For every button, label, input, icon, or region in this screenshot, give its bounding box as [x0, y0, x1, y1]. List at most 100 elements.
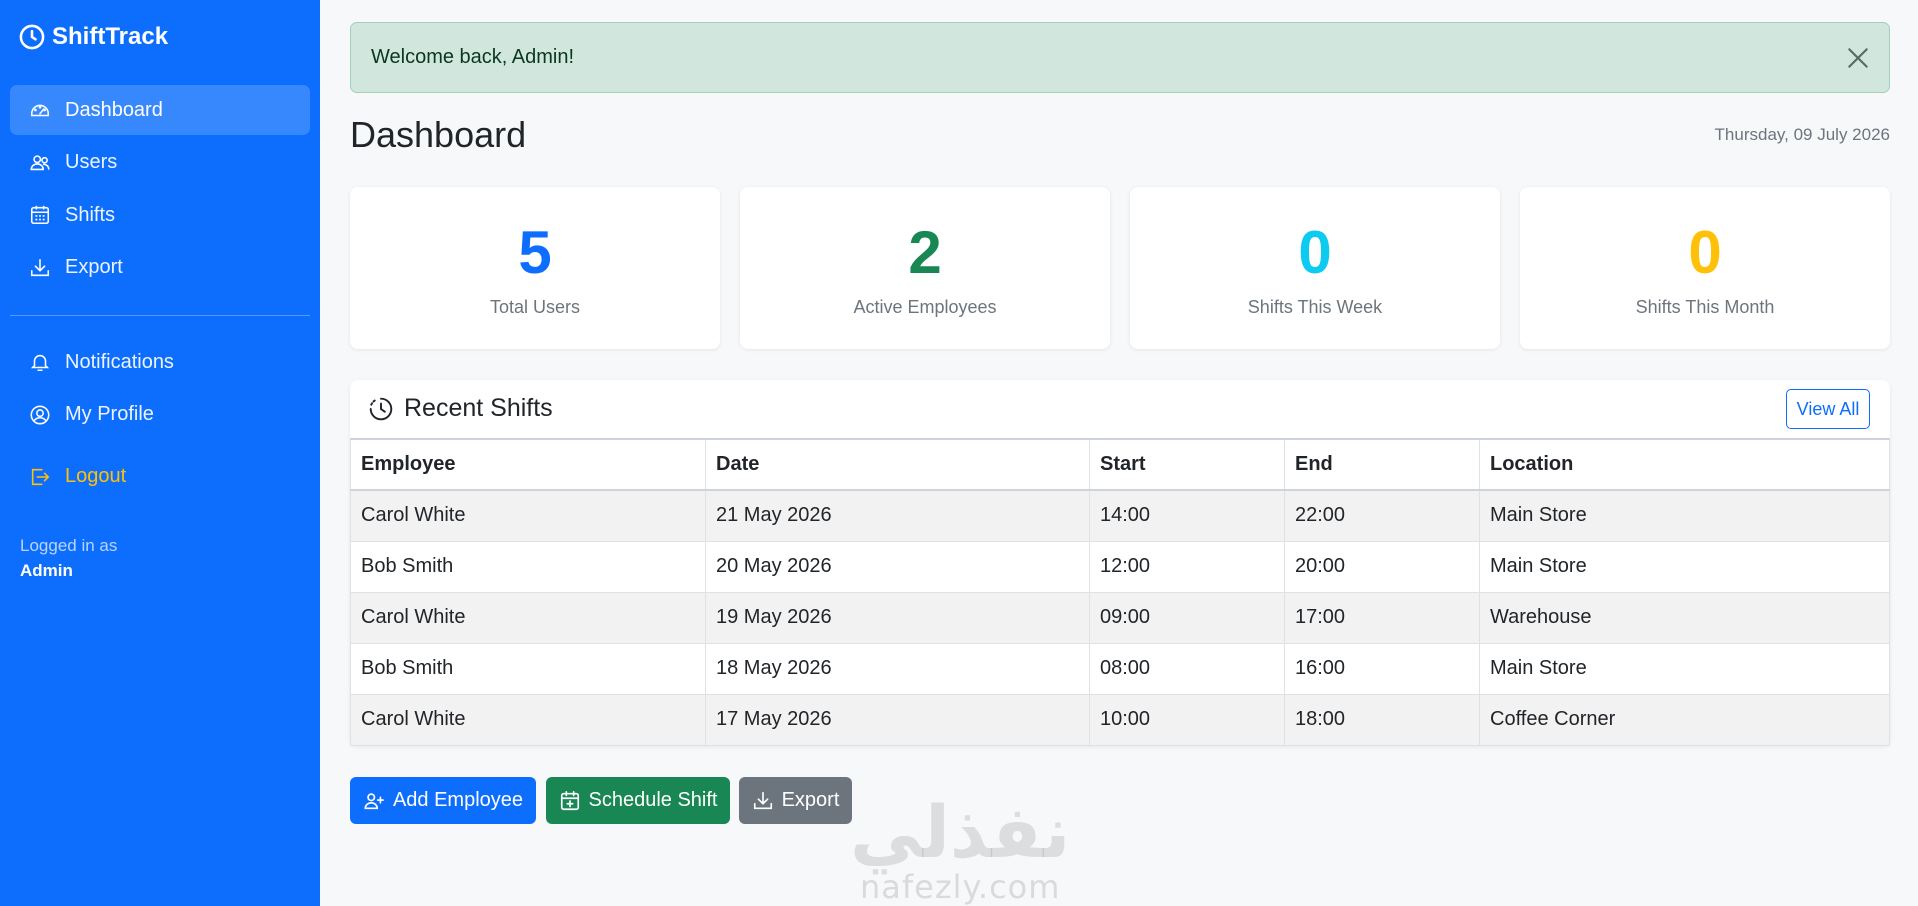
cell-employee: Carol White: [350, 591, 706, 644]
cell-employee: Bob Smith: [350, 642, 706, 695]
table-row[interactable]: Carol White 21 May 2026 14:00 22:00 Main…: [350, 489, 1890, 542]
cell-end: 22:00: [1284, 489, 1480, 542]
stat-value: 2: [908, 219, 942, 286]
bell-icon: [29, 351, 51, 373]
sidebar-item-label: Users: [65, 151, 118, 173]
watermark-latin: nafezly.com: [860, 868, 1061, 906]
sidebar-item-notifications[interactable]: Notifications: [10, 337, 310, 387]
table-row[interactable]: Carol White 17 May 2026 10:00 18:00 Coff…: [350, 693, 1890, 746]
cell-end: 17:00: [1284, 591, 1480, 644]
shifts-table: Employee Date Start End Location Carol W…: [350, 438, 1890, 746]
watermark-arabic: نفذلي: [850, 790, 1071, 874]
stat-value: 0: [1298, 219, 1332, 286]
sidebar-item-label: Shifts: [65, 203, 116, 226]
schedule-shift-button[interactable]: Schedule Shift: [546, 777, 730, 824]
cell-employee: Bob Smith: [350, 540, 706, 593]
cell-start: 12:00: [1089, 540, 1285, 593]
stat-label: Active Employees: [853, 297, 997, 317]
sidebar-item-shifts[interactable]: Shifts: [10, 190, 310, 240]
column-header[interactable]: Date: [705, 438, 1090, 491]
table-row[interactable]: Bob Smith 20 May 2026 12:00 20:00 Main S…: [350, 540, 1890, 593]
sidebar: ShiftTrack Dashboard Users Shifts Export: [0, 0, 320, 906]
watermark: نفذلي nafezly.com: [850, 790, 1071, 906]
cell-end: 16:00: [1284, 642, 1480, 695]
stat-card-shifts-this-week: 0 Shifts This Week: [1130, 187, 1500, 349]
cell-location: Main Store: [1479, 540, 1890, 593]
brand[interactable]: ShiftTrack: [18, 20, 168, 54]
recent-shifts-card: Recent Shifts View All Employee Date Sta…: [350, 380, 1890, 746]
sidebar-item-dashboard[interactable]: Dashboard: [10, 85, 310, 135]
clock-history-icon: [369, 397, 393, 420]
stat-value: 0: [1688, 219, 1722, 286]
sidebar-item-my-profile[interactable]: My Profile: [10, 390, 310, 440]
cell-location: Main Store: [1479, 642, 1890, 695]
stat-label: Shifts This Month: [1635, 297, 1775, 317]
cell-start: 10:00: [1089, 693, 1285, 746]
sidebar-item-label: My Profile: [65, 403, 154, 425]
table-header-row: Employee Date Start End Location: [350, 438, 1890, 491]
column-header[interactable]: Location: [1479, 438, 1890, 491]
stat-value: 5: [518, 219, 552, 286]
close-icon[interactable]: [1845, 45, 1871, 71]
add-employee-button[interactable]: Add Employee: [350, 777, 536, 824]
user-circle-icon: [29, 404, 51, 426]
page-date: Thursday, 09 July 2026: [1714, 125, 1890, 144]
cell-date: 19 May 2026: [705, 591, 1090, 644]
welcome-alert: Welcome back, Admin!: [350, 22, 1890, 93]
button-label: Add Employee: [392, 789, 524, 811]
table-row[interactable]: Bob Smith 18 May 2026 08:00 16:00 Main S…: [350, 642, 1890, 695]
stat-card-active-employees: 2 Active Employees: [740, 187, 1110, 349]
column-header[interactable]: Start: [1089, 438, 1285, 491]
sidebar-item-label: Dashboard: [65, 98, 163, 121]
alert-message: Welcome back, Admin!: [371, 46, 575, 68]
cell-location: Coffee Corner: [1479, 693, 1890, 746]
cell-employee: Carol White: [350, 693, 706, 746]
sidebar-nav-secondary: Notifications My Profile Logout: [10, 337, 310, 504]
calendar-grid-icon: [29, 204, 51, 226]
stat-card-total-users: 5 Total Users: [350, 187, 720, 349]
clock-icon: [19, 24, 45, 50]
button-label: Schedule Shift: [588, 789, 718, 811]
button-label: Export: [781, 789, 840, 811]
logged-in-user: Admin: [20, 561, 73, 580]
sidebar-item-label: Export: [65, 256, 123, 278]
stat-label: Total Users: [489, 297, 581, 317]
calendar-plus-icon: [560, 790, 579, 810]
sidebar-item-logout[interactable]: Logout: [10, 452, 310, 502]
page-title: Dashboard: [350, 114, 527, 155]
cell-start: 09:00: [1089, 591, 1285, 644]
sidebar-item-export[interactable]: Export: [10, 243, 310, 293]
sidebar-nav: Dashboard Users Shifts Export: [10, 85, 310, 295]
view-all-button[interactable]: View All: [1786, 389, 1870, 429]
sidebar-item-users[interactable]: Users: [10, 138, 310, 188]
cell-date: 17 May 2026: [705, 693, 1090, 746]
recent-shifts-header: Recent Shifts: [368, 394, 553, 423]
sidebar-item-label: Logout: [65, 465, 127, 487]
card-title: Recent Shifts: [404, 394, 553, 422]
cell-location: Main Store: [1479, 489, 1890, 542]
column-header[interactable]: Employee: [350, 438, 706, 491]
cell-location: Warehouse: [1479, 591, 1890, 644]
users-icon: [29, 152, 51, 174]
stat-card-shifts-this-month: 0 Shifts This Month: [1520, 187, 1890, 349]
cell-employee: Carol White: [350, 489, 706, 542]
cell-date: 18 May 2026: [705, 642, 1090, 695]
person-plus-icon: [364, 792, 384, 809]
logged-in-label: Logged in as: [20, 536, 118, 555]
brand-name: ShiftTrack: [52, 23, 169, 50]
export-button[interactable]: Export: [739, 777, 852, 824]
download-icon: [753, 791, 772, 809]
cell-start: 08:00: [1089, 642, 1285, 695]
cell-start: 14:00: [1089, 489, 1285, 542]
cell-end: 18:00: [1284, 693, 1480, 746]
sidebar-item-label: Notifications: [65, 350, 174, 373]
download-icon: [29, 257, 51, 279]
sidebar-divider: [10, 315, 310, 316]
cell-date: 20 May 2026: [705, 540, 1090, 593]
table-row[interactable]: Carol White 19 May 2026 09:00 17:00 Ware…: [350, 591, 1890, 644]
speedometer-icon: [29, 99, 51, 121]
stat-label: Shifts This Week: [1247, 297, 1383, 317]
logout-icon: [29, 466, 51, 488]
cell-date: 21 May 2026: [705, 489, 1090, 542]
column-header[interactable]: End: [1284, 438, 1480, 491]
